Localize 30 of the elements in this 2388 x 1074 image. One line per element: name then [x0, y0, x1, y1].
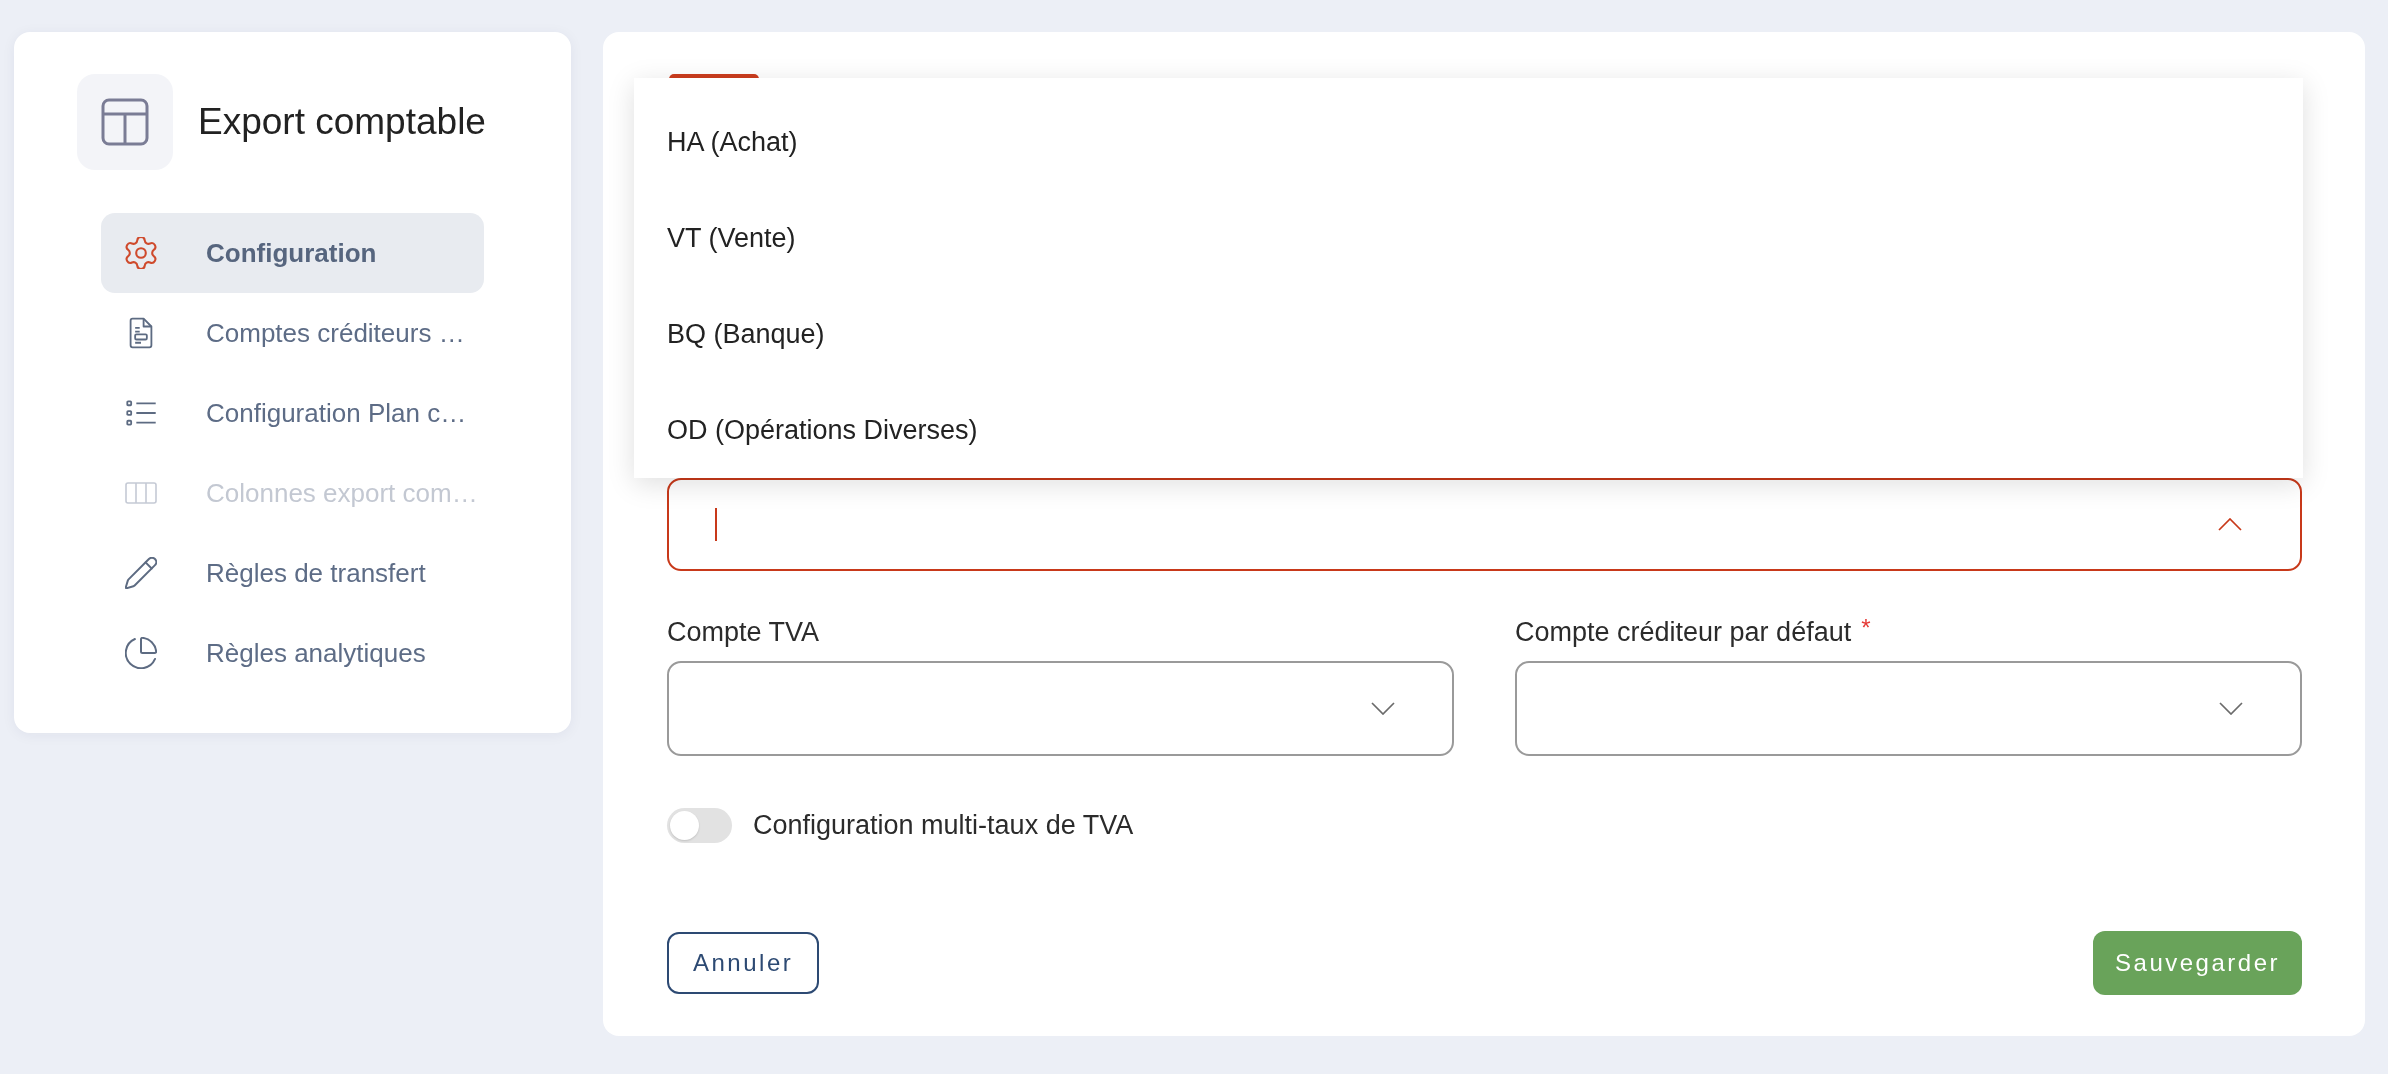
- select-field[interactable]: [667, 478, 2302, 571]
- field-label: Compte créditeur par défaut: [1515, 616, 1852, 648]
- field-label: Compte TVA: [667, 616, 820, 648]
- required-mark: *: [1861, 616, 1871, 640]
- sidebar-item[interactable]: Configuration: [101, 213, 484, 293]
- pie-chart-icon: [125, 637, 157, 669]
- menu-option[interactable]: VT (Vente): [634, 190, 2303, 286]
- save-button[interactable]: Sauvegarder: [2093, 931, 2302, 995]
- sidebar-item[interactable]: Configuration Plan c…: [101, 373, 484, 453]
- menu-option[interactable]: BQ (Banque): [634, 286, 2303, 382]
- document-icon: [128, 317, 154, 349]
- select-field[interactable]: [667, 661, 1454, 756]
- text-cursor-icon: [715, 508, 717, 541]
- select-field[interactable]: [1515, 661, 2302, 756]
- pencil-icon: [125, 557, 157, 589]
- chevron-down-icon: [2219, 702, 2243, 715]
- toggle-switch[interactable]: [667, 808, 732, 843]
- layout-icon: [77, 74, 173, 170]
- menu-option[interactable]: OD (Opérations Diverses): [634, 382, 2303, 478]
- columns-icon: [125, 482, 157, 504]
- sidebar-item[interactable]: Règles de transfert: [101, 533, 484, 613]
- app-title: Export comptable: [198, 101, 486, 143]
- sidebar-item[interactable]: Règles analytiques: [101, 613, 484, 693]
- sidebar-item[interactable]: Comptes créditeurs …: [101, 293, 484, 373]
- cancel-button[interactable]: Annuler: [667, 932, 820, 994]
- chevron-down-icon: [1371, 702, 1395, 715]
- gear-icon: [125, 237, 157, 269]
- menu-option[interactable]: HA (Achat): [634, 94, 2303, 190]
- toggle-label: Configuration multi-taux de TVA: [753, 810, 1134, 841]
- list-icon: [125, 400, 157, 426]
